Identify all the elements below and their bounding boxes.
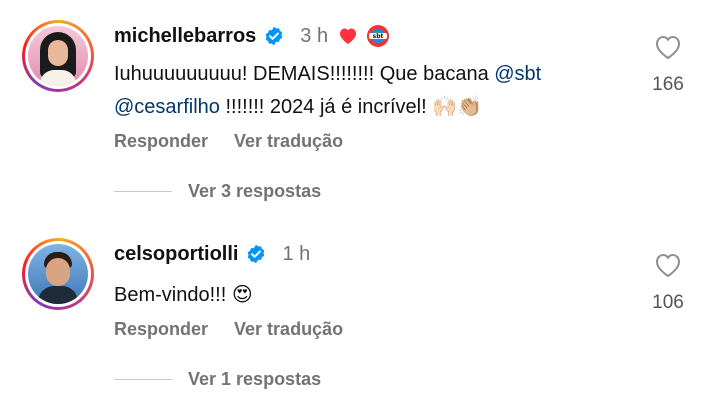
view-replies-label: Ver 3 respostas	[188, 181, 322, 201]
reply-button[interactable]: Responder	[114, 319, 208, 340]
translate-button[interactable]: Ver tradução	[234, 131, 343, 152]
avatar[interactable]	[22, 238, 94, 310]
username[interactable]: celsoportiolli	[114, 242, 238, 266]
mention-link[interactable]: @sbt	[494, 63, 541, 85]
emoji: 🙌🏻👏🏼	[432, 94, 483, 118]
comment-text: Bem-vindo!!! 😍	[114, 282, 253, 306]
view-replies-label: Ver 1 respostas	[188, 369, 322, 389]
comment-header: celsoportiolli 1 h	[114, 242, 310, 266]
like-control: 166	[646, 34, 690, 96]
like-count: 106	[652, 292, 684, 313]
timestamp: 1 h	[282, 243, 311, 265]
author-liked-heart-icon	[340, 28, 357, 44]
mention-link[interactable]: @cesarfilho	[114, 96, 220, 118]
comment-actions: Responder Ver tradução	[114, 131, 343, 152]
comment-actions: Responder Ver tradução	[114, 319, 343, 340]
verified-badge-icon	[265, 26, 283, 46]
comment-item: celsoportiolli 1 h Bem-vindo!!! 😍 Respon…	[0, 220, 720, 410]
sbt-logo-icon: sbt	[367, 25, 390, 47]
heart-icon[interactable]	[654, 252, 682, 278]
verified-badge-icon	[248, 244, 265, 264]
divider	[114, 191, 172, 192]
like-count: 166	[652, 74, 684, 95]
avatar[interactable]	[22, 20, 94, 92]
translate-button[interactable]: Ver tradução	[234, 319, 343, 340]
view-replies-button[interactable]: Ver 1 respostas	[114, 369, 321, 390]
reply-button[interactable]: Responder	[114, 131, 208, 152]
username[interactable]: michellebarros	[114, 24, 256, 48]
comment-header: michellebarros 3 h sbt	[114, 24, 390, 48]
svg-text:sbt: sbt	[373, 33, 384, 40]
comment-item: michellebarros 3 h sbt Iuhuuuuuuuuu! DEM…	[0, 0, 720, 220]
emoji: 😍	[231, 282, 253, 306]
like-control: 106	[646, 252, 690, 314]
comment-text: Iuhuuuuuuuuu! DEMAIS!!!!!!!! Que bacana …	[114, 63, 542, 118]
heart-icon[interactable]	[654, 34, 682, 60]
view-replies-button[interactable]: Ver 3 respostas	[114, 181, 321, 202]
timestamp: 3 h	[300, 25, 329, 47]
divider	[114, 379, 172, 380]
